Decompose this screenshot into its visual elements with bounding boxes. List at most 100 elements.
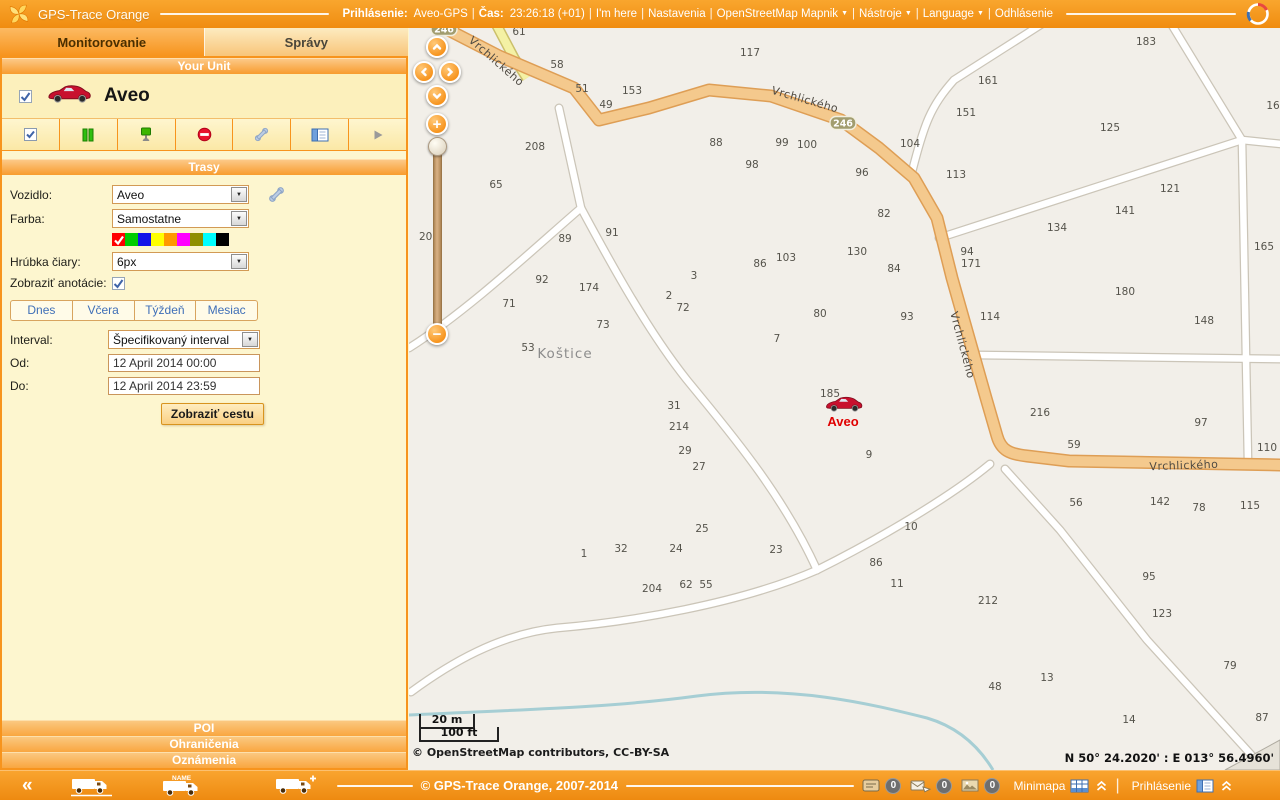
pan-down-button[interactable] [426,85,448,107]
house-number: 14 [1122,714,1136,726]
message-icon[interactable] [910,779,931,793]
annotations-checkbox[interactable] [112,277,125,290]
pause-icon [81,128,95,142]
house-number: 53 [521,342,534,354]
track-settings-wrench-icon[interactable] [267,185,286,204]
interval-select[interactable]: Špecifikovaný interval ▼ [108,330,260,349]
zoom-out-button[interactable]: − [426,323,448,345]
block-button[interactable] [176,119,233,150]
play-button[interactable] [349,119,406,150]
wrench-button[interactable] [233,119,290,150]
color-swatch[interactable] [216,233,229,246]
minimap-label[interactable]: Minimapa [1013,779,1065,793]
unit-toolbar [2,119,406,151]
pan-right-button[interactable] [439,61,461,83]
zoom-slider-handle[interactable] [428,137,447,156]
chevron-down-icon [431,90,443,102]
unit-marker-label: Aveo [827,414,858,429]
color-swatch[interactable] [164,233,177,246]
check-icon [113,234,125,246]
section-ozn-menia[interactable]: Oznámenia [2,752,406,768]
house-number: 96 [855,167,869,179]
chevron-down-icon[interactable]: ▼ [231,211,247,226]
pan-left-button[interactable] [413,61,435,83]
pause-button[interactable] [60,119,117,150]
header-menu-nastavenia[interactable]: Nastavenia [648,8,706,20]
tab-reports[interactable]: Správy [204,28,409,56]
header-menu-odhl-senie[interactable]: Odhlásenie [995,8,1053,20]
map-canvas[interactable]: 6158514915311720888991009896104652058991… [409,28,1280,770]
color-swatch[interactable] [203,233,216,246]
to-date-input[interactable] [108,377,260,395]
range-button-v-era[interactable]: Včera [73,301,135,320]
house-number: 88 [709,137,722,149]
section-poi[interactable]: POI [2,720,406,736]
truck-underline-icon[interactable] [70,774,115,797]
your-unit-header: Your Unit [2,58,406,74]
range-button-mesiac[interactable]: Mesiac [196,301,257,320]
color-swatch[interactable] [151,233,164,246]
photo-icon[interactable] [961,779,979,792]
truck-add-icon[interactable] [274,774,319,797]
range-button-t-de[interactable]: Týždeň [135,301,197,320]
house-number: 27 [692,461,705,473]
vehicle-select[interactable]: Aveo ▼ [112,185,249,204]
tab-monitoring[interactable]: Monitorovanie [0,28,204,56]
vehicle-select-value: Aveo [117,188,144,202]
house-number: 141 [1115,205,1135,217]
top-header: GPS-Trace Orange Prihlásenie:Aveo-GPS|Ča… [0,0,1280,28]
footer-right-controls: 000 Minimapa | Prihlásenie [862,777,1232,795]
zoom-slider-track[interactable] [433,140,442,332]
house-number: 171 [961,258,981,270]
wrench-icon [253,126,270,143]
minimap-icon[interactable] [1070,779,1089,793]
header-menu-i-m-here[interactable]: I'm here [596,8,637,20]
house-number: 31 [667,400,680,412]
login-chevrons-up-icon[interactable] [1221,780,1232,792]
minimap-chevrons-up-icon[interactable] [1096,780,1107,792]
color-swatch[interactable] [177,233,190,246]
chevron-down-icon[interactable]: ▼ [231,187,247,202]
header-menu-language[interactable]: Language▼ [923,8,984,20]
unit-car-icon [46,82,92,110]
color-swatch[interactable] [112,233,125,246]
unit-marker[interactable]: Aveo [826,397,861,429]
house-number: 130 [847,246,867,258]
collapse-sidebar-button[interactable]: « [22,776,32,795]
from-date-input[interactable] [108,354,260,372]
header-menu-n-stroje[interactable]: Nástroje▼ [859,8,912,20]
unit-checkbox[interactable] [19,90,32,103]
header-menu-openstreetmap-mapnik[interactable]: OpenStreetMap Mapnik▼ [717,8,848,20]
app-logo-icon [8,3,30,25]
unit-name: Aveo [104,85,150,107]
street-name-label: Vrchlického [1149,458,1218,473]
tracks-form: Vozidlo: Aveo ▼ Farba: Samostatne ▼ Hrúb… [2,175,406,720]
login-panel-label[interactable]: Prihlásenie [1132,779,1191,793]
vehicle-label: Vozidlo: [10,188,106,202]
route-shield: 246 [431,28,457,36]
color-swatch[interactable] [125,233,138,246]
line-width-select[interactable]: 6px ▼ [112,252,249,271]
notes-button[interactable] [291,119,348,150]
house-number: 89 [558,233,571,245]
color-swatch[interactable] [138,233,151,246]
color-select[interactable]: Samostatne ▼ [112,209,249,228]
login-book-icon[interactable] [1196,779,1214,793]
zoom-in-button[interactable]: + [426,113,448,135]
house-number: 1 [581,548,588,560]
house-number: 93 [900,311,913,323]
range-button-dnes[interactable]: Dnes [11,301,73,320]
house-number: 216 [1030,407,1050,419]
pan-up-button[interactable] [426,36,448,58]
section-ohrani-enia[interactable]: Ohraničenia [2,736,406,752]
show-route-button[interactable]: Zobraziť cestu [161,403,264,425]
panel-icon[interactable] [862,779,880,792]
chevron-down-icon[interactable]: ▼ [242,332,258,347]
chevron-down-icon[interactable]: ▼ [231,254,247,269]
signal-button[interactable] [118,119,175,150]
notes-icon [311,128,329,142]
checkbox-button[interactable] [2,119,59,150]
color-swatch[interactable] [190,233,203,246]
house-number: 51 [575,83,588,95]
truck-name-icon[interactable]: NAME [161,774,206,797]
